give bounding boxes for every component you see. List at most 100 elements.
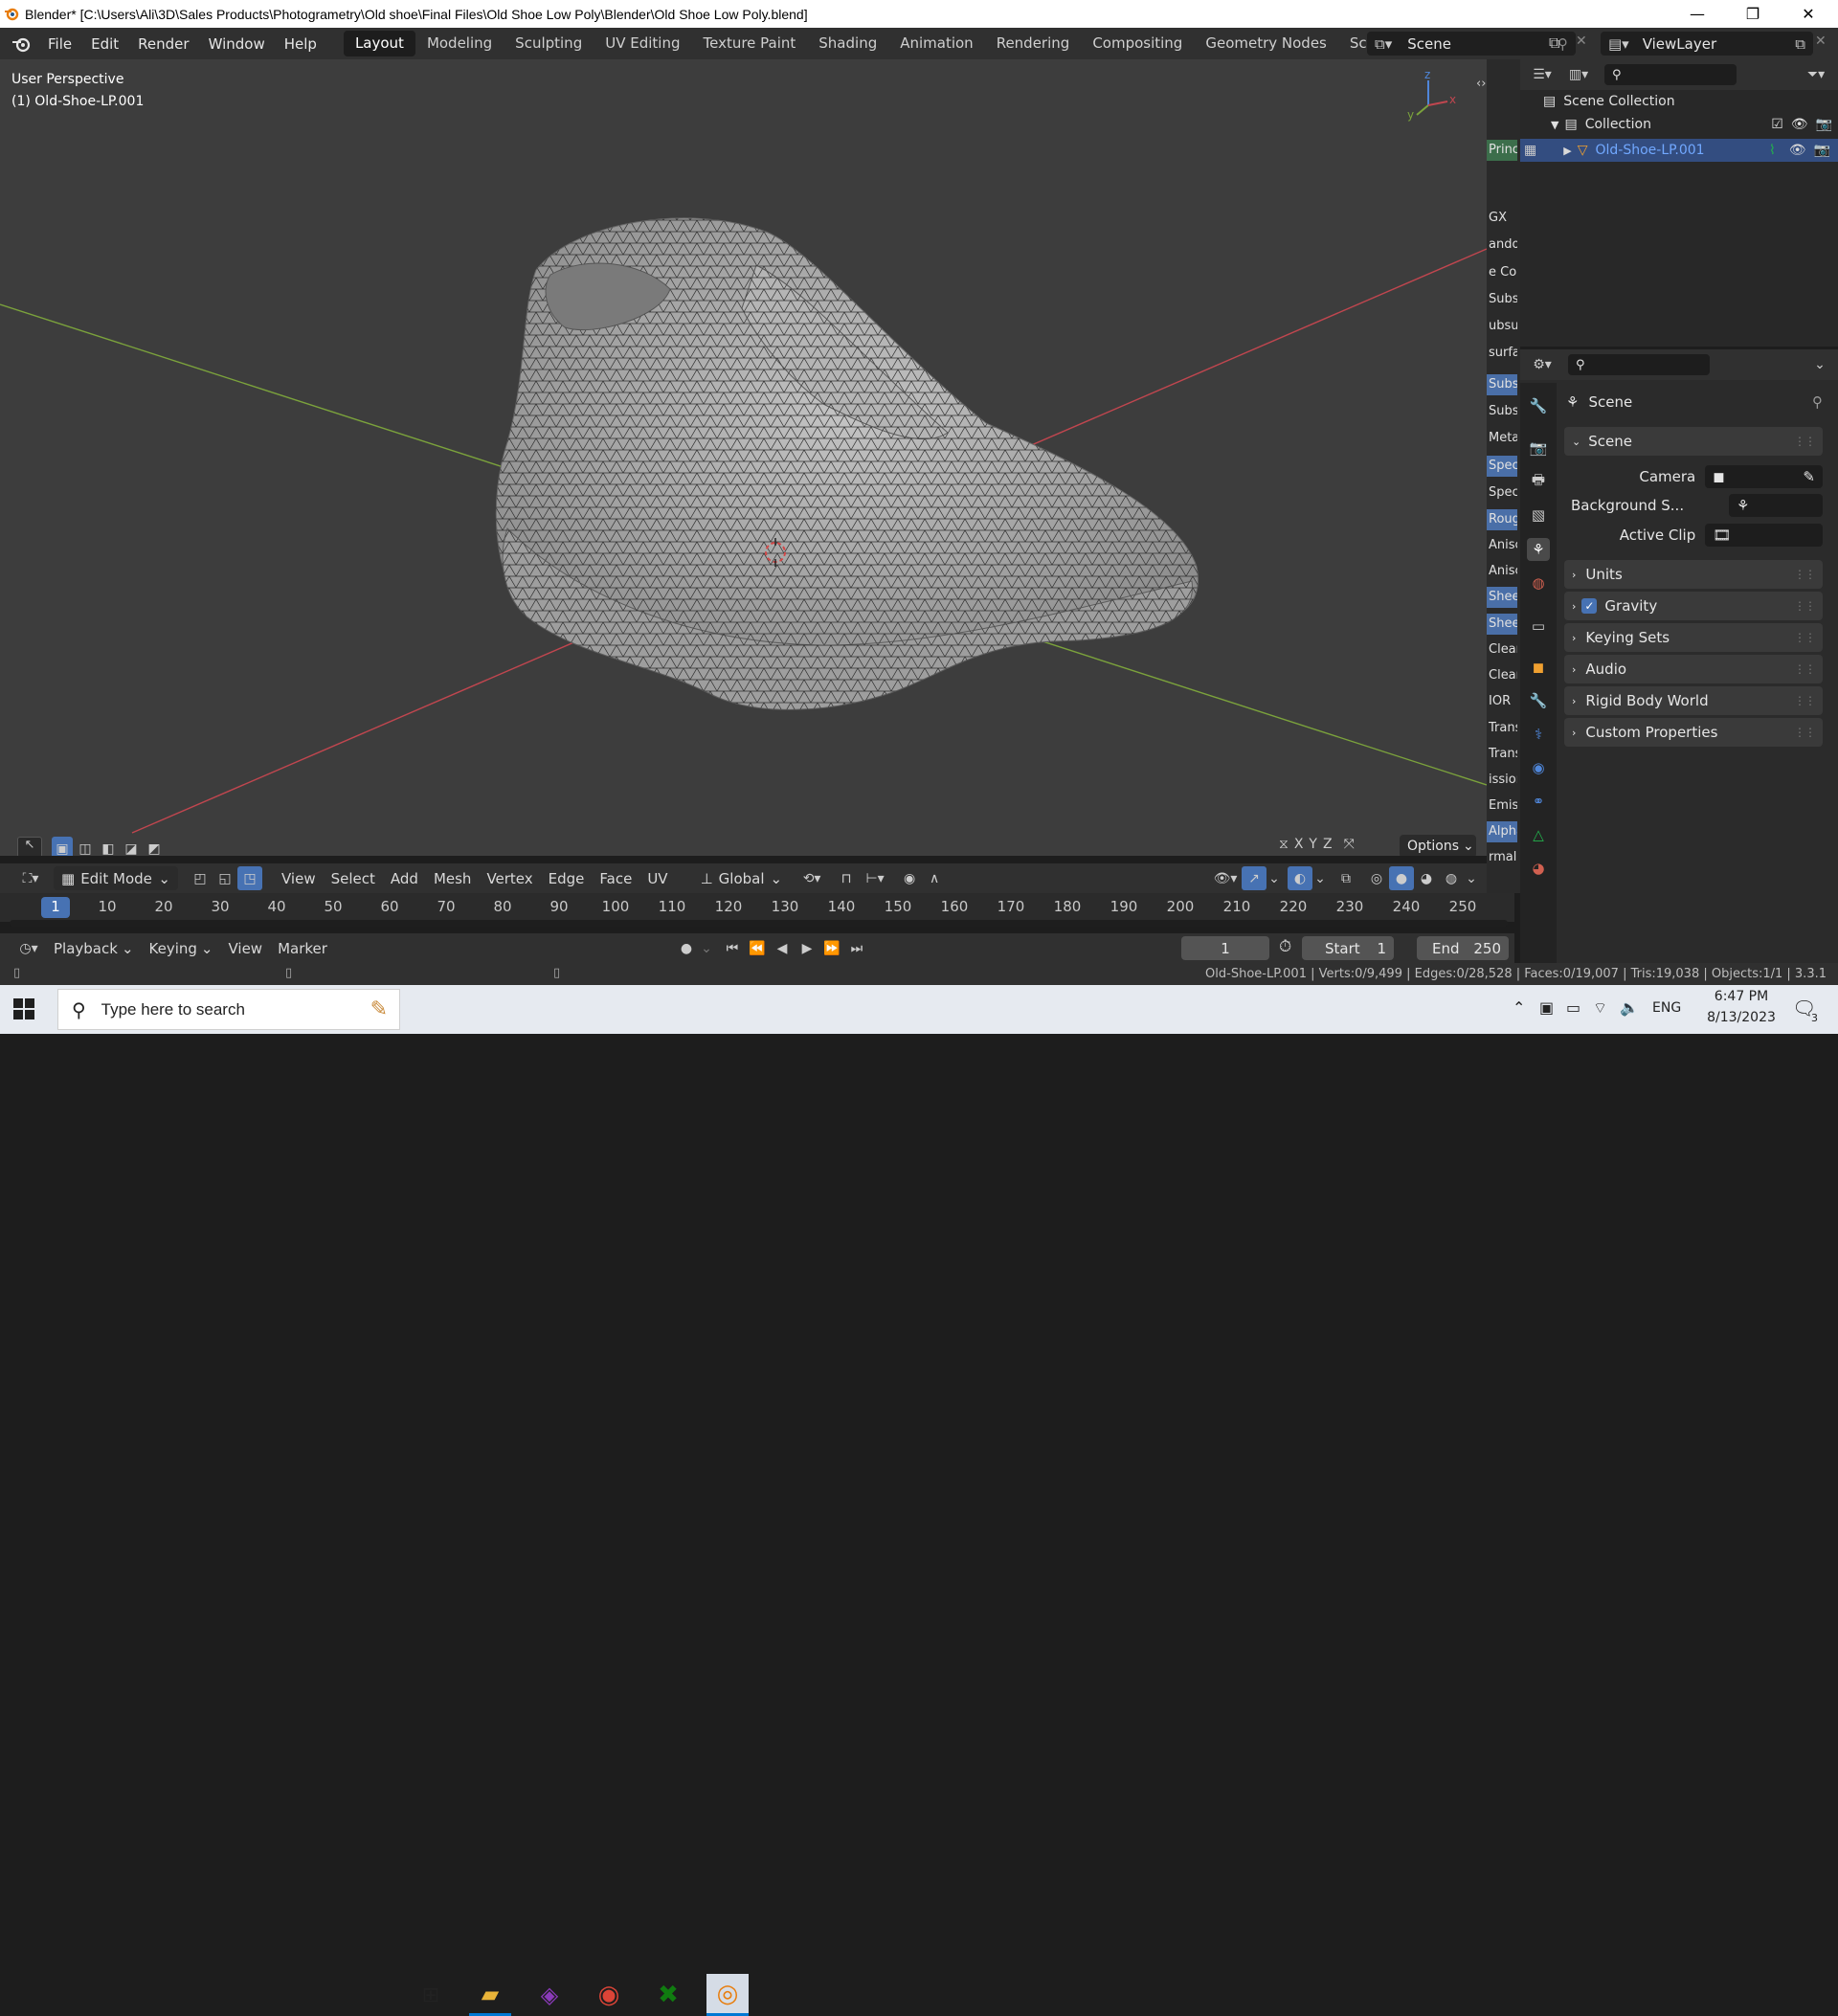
chrome-icon[interactable]: ◉ (588, 1974, 630, 2016)
strip-item[interactable]: Anisc (1487, 561, 1517, 582)
play-reverse-icon[interactable]: ◀ (770, 936, 795, 960)
menu-view[interactable]: View (274, 866, 324, 890)
background-scene-field[interactable]: ⚘ (1729, 494, 1823, 517)
drag-handle-icon[interactable]: ⋮⋮ (1794, 435, 1816, 448)
menu-add[interactable]: Add (383, 866, 426, 890)
modifier-icon[interactable]: ⌇ (1769, 143, 1776, 158)
delete-scene-icon[interactable]: ✕ (1576, 34, 1587, 49)
play-icon[interactable]: ▶ (795, 936, 819, 960)
select-intersect-icon[interactable]: ◩ (144, 837, 165, 857)
tray-app-icon[interactable]: ▣ (1539, 998, 1554, 1017)
workspace-tab-texture-paint[interactable]: Texture Paint (691, 31, 807, 56)
collection-row[interactable]: ▼ ▤ Collection ☑ 👁 📷 (1551, 117, 1832, 132)
overlays-icon[interactable]: ◐ (1288, 866, 1312, 890)
drag-handle-icon[interactable]: ⋮⋮ (1794, 599, 1816, 613)
expand-chevron-icon[interactable]: ▶ (1563, 145, 1571, 157)
eye-icon[interactable]: 👁 (1791, 117, 1808, 132)
mode-dropdown[interactable]: ▦ Edit Mode ⌄ (54, 866, 178, 890)
audio-panel-header[interactable]: › Audio ⋮⋮ (1564, 655, 1823, 683)
strip-item[interactable]: surfa (1487, 343, 1517, 364)
output-tab-icon[interactable]: 🖶 (1527, 470, 1550, 493)
mirror-icon[interactable]: ⧖ (1279, 837, 1289, 852)
units-panel-header[interactable]: › Units ⋮⋮ (1564, 560, 1823, 589)
custom-properties-panel-header[interactable]: › Custom Properties ⋮⋮ (1564, 718, 1823, 747)
face-select-icon[interactable]: ◳ (237, 866, 262, 890)
language-indicator[interactable]: ENG (1652, 1000, 1681, 1016)
blender-menu-icon[interactable] (11, 35, 31, 53)
timeline-view-menu[interactable]: View (220, 936, 270, 960)
pin-icon[interactable]: ⚲ (1812, 393, 1823, 411)
strip-item[interactable]: Subs (1487, 401, 1517, 422)
keying-sets-panel-header[interactable]: › Keying Sets ⋮⋮ (1564, 623, 1823, 652)
blender-taskbar-icon[interactable]: ◎ (706, 1974, 749, 2016)
particles-tab-icon[interactable]: ⚕ (1527, 723, 1550, 746)
axis-y-button[interactable]: Y (1309, 837, 1317, 852)
end-frame-field[interactable]: End 250 (1417, 936, 1509, 960)
active-clip-field[interactable]: 🎞 (1705, 524, 1823, 547)
delete-viewlayer-icon[interactable]: ✕ (1815, 34, 1827, 49)
stopwatch-icon[interactable]: ⏱ (1279, 937, 1291, 956)
gravity-checkbox[interactable]: ✓ (1581, 598, 1598, 614)
world-tab-icon[interactable]: ◍ (1527, 571, 1550, 594)
display-mode-icon[interactable]: ▥▾ (1562, 63, 1595, 87)
strip-item[interactable]: Shee (1487, 587, 1517, 608)
transform-orientation-dropdown[interactable]: ⊥ Global ⌄ (693, 866, 791, 890)
snap-icon[interactable]: ⊓ (834, 866, 859, 890)
strip-item[interactable]: ission (1487, 770, 1517, 791)
tool-tab-icon[interactable]: 🔧 (1527, 394, 1550, 417)
falloff-icon[interactable]: ∧ (922, 866, 947, 890)
constraints-tab-icon[interactable]: ⚭ (1527, 790, 1550, 813)
menu-help[interactable]: Help (275, 35, 326, 53)
select-invert-icon[interactable]: ◪ (121, 837, 142, 857)
strip-item[interactable]: Trans (1487, 744, 1517, 765)
minimize-button[interactable]: — (1670, 0, 1725, 28)
strip-item[interactable]: Anisc (1487, 535, 1517, 556)
strip-item[interactable]: IOR (1487, 691, 1517, 712)
keying-menu[interactable]: Keying ⌄ (142, 936, 221, 960)
menu-mesh[interactable]: Mesh (426, 866, 480, 890)
eyedropper-icon[interactable]: ✎ (1803, 468, 1815, 485)
scene-collection-row[interactable]: ▤ Scene Collection (1543, 94, 1675, 109)
chevron-down-icon[interactable]: ⌄ (1464, 866, 1479, 890)
workspace-tab-shading[interactable]: Shading (807, 31, 888, 56)
current-frame-field[interactable]: 1 (1181, 936, 1269, 960)
pivot-point-icon[interactable]: ⟲▾ (796, 866, 828, 890)
physics-tab-icon[interactable]: ◉ (1527, 756, 1550, 779)
select-extend-icon[interactable]: ◫ (75, 837, 96, 857)
exclude-checkbox-icon[interactable]: ☑ (1771, 117, 1783, 132)
strip-item[interactable]: Spec (1487, 482, 1517, 504)
workspace-tab-sculpting[interactable]: Sculpting (504, 31, 594, 56)
menu-face[interactable]: Face (592, 866, 639, 890)
gravity-panel-header[interactable]: › ✓ Gravity ⋮⋮ (1564, 592, 1823, 620)
windows-start-icon[interactable] (11, 997, 36, 1021)
new-viewlayer-icon[interactable]: ⧉ (1795, 35, 1805, 53)
strip-item[interactable]: Subs (1487, 289, 1517, 310)
modifier-tab-icon[interactable]: 🔧 (1527, 689, 1550, 712)
strip-item[interactable]: Shee (1487, 614, 1517, 635)
workspace-tab-compositing[interactable]: Compositing (1081, 31, 1194, 56)
menu-file[interactable]: File (38, 35, 81, 53)
menu-edge[interactable]: Edge (541, 866, 593, 890)
app-icon[interactable]: ◈ (528, 1974, 571, 2016)
scene-tab-icon[interactable]: ⚘ (1527, 538, 1550, 561)
menu-edit[interactable]: Edit (81, 35, 128, 53)
menu-render[interactable]: Render (128, 35, 198, 53)
properties-search[interactable]: ⚲ (1568, 354, 1710, 375)
strip-item[interactable]: rmal (1487, 847, 1517, 868)
record-icon[interactable]: ● (674, 936, 699, 960)
strip-item[interactable]: Emis (1487, 795, 1517, 817)
strip-item[interactable]: Trans (1487, 718, 1517, 739)
strip-item-principled[interactable]: Princi (1487, 140, 1517, 161)
strip-item[interactable]: Clear (1487, 665, 1517, 686)
wifi-icon[interactable]: ⌔ (1593, 998, 1607, 1018)
view-layer-tab-icon[interactable]: ▧ (1527, 504, 1550, 526)
rendered-shading-icon[interactable]: ◍ (1439, 866, 1464, 890)
rigid-body-world-panel-header[interactable]: › Rigid Body World ⋮⋮ (1564, 686, 1823, 715)
gizmo-toggle-icon[interactable]: ↗ (1242, 866, 1266, 890)
material-shading-icon[interactable]: ◕ (1414, 866, 1439, 890)
show-hidden-icons-icon[interactable]: ⌃ (1513, 998, 1525, 1017)
collection-tab-icon[interactable]: ▭ (1527, 615, 1550, 638)
strip-item[interactable]: ubsur (1487, 316, 1517, 337)
strip-item[interactable]: Clear (1487, 639, 1517, 661)
visibility-icon[interactable]: 👁▾ (1209, 866, 1242, 890)
